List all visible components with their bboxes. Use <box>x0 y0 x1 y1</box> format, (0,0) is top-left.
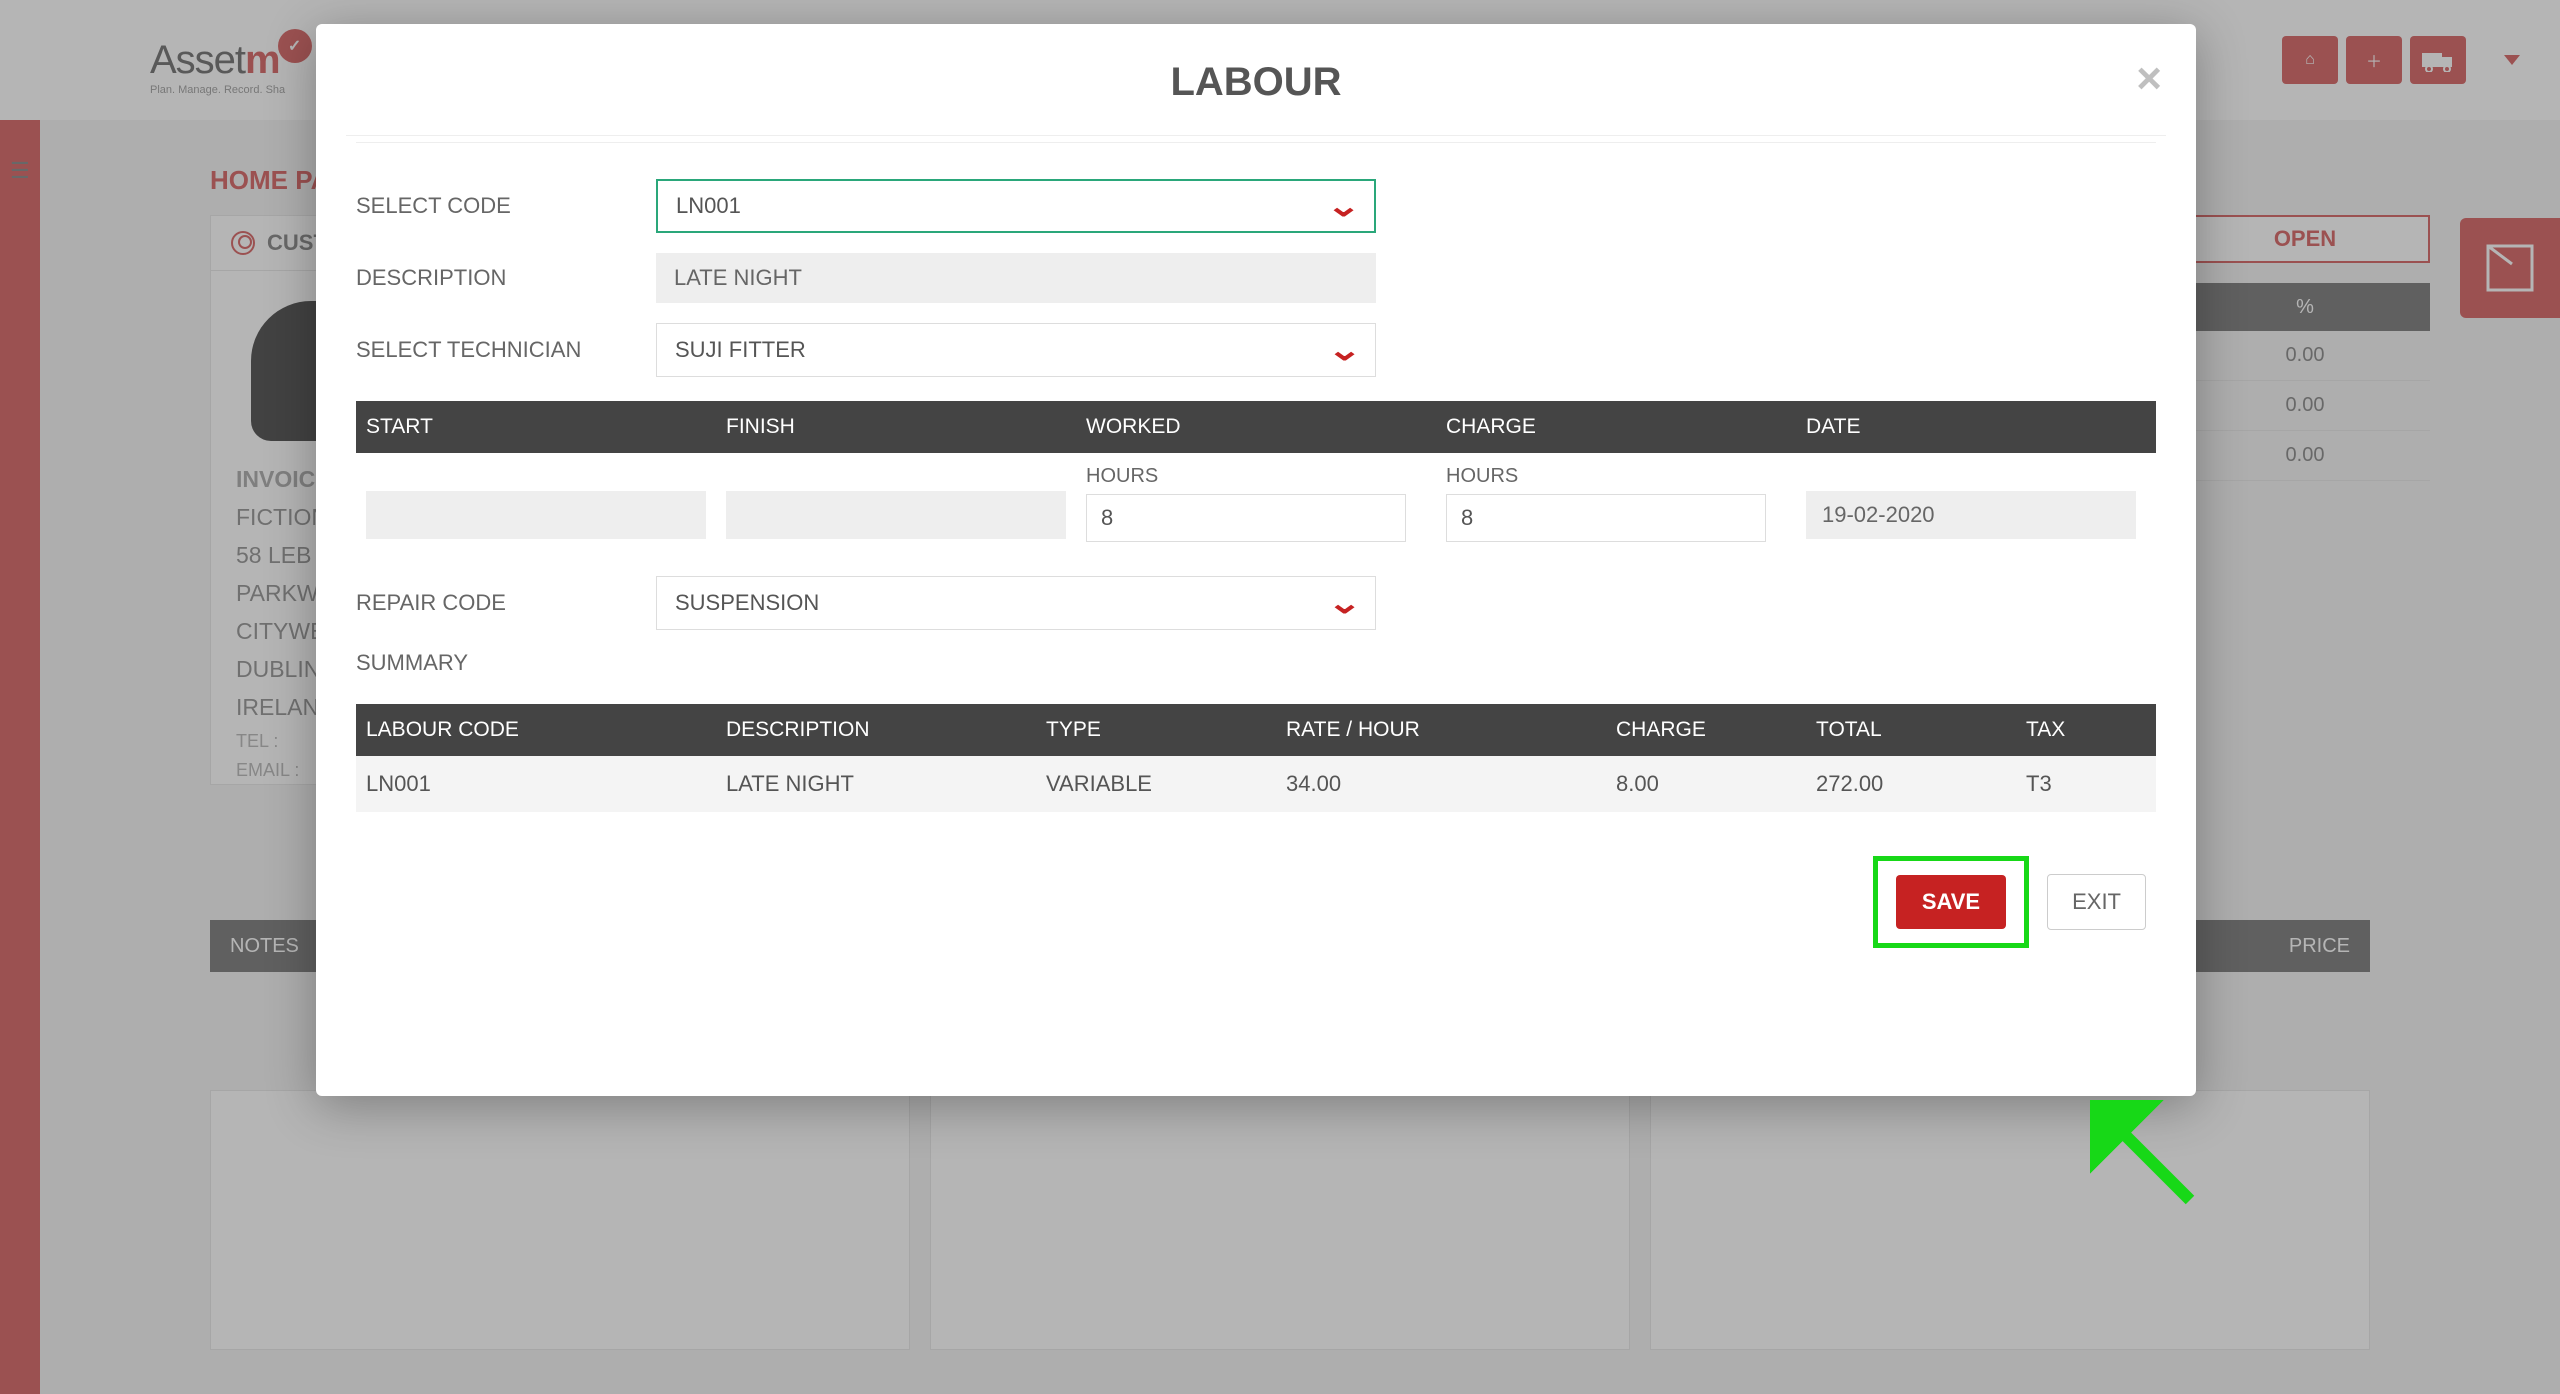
summary-data-row: LN001 LATE NIGHT VARIABLE 34.00 8.00 272… <box>356 756 2156 812</box>
select-code-value: LN001 <box>676 193 741 219</box>
time-body-row: HOURS 8 HOURS 8 19-02-2020 <box>356 465 2156 542</box>
col-finish: FINISH <box>716 415 1076 439</box>
sum-col-type: TYPE <box>1036 718 1276 742</box>
select-code-dropdown[interactable]: LN001 ⌄ <box>656 179 1376 233</box>
repair-code-label: REPAIR CODE <box>356 590 656 616</box>
description-label: DESCRIPTION <box>356 265 656 291</box>
sum-col-desc: DESCRIPTION <box>716 718 1036 742</box>
summary-label: SUMMARY <box>356 650 656 676</box>
select-technician-dropdown[interactable]: SUJI FITTER ⌄ <box>656 323 1376 377</box>
exit-button[interactable]: EXIT <box>2047 874 2146 930</box>
sum-val-charge: 8.00 <box>1606 771 1806 797</box>
sum-col-rate: RATE / HOUR <box>1276 718 1606 742</box>
sum-val-desc: LATE NIGHT <box>716 771 1036 797</box>
charge-hours-label: HOURS <box>1446 465 1786 488</box>
sum-val-total: 272.00 <box>1806 771 2016 797</box>
repair-code-value: SUSPENSION <box>675 590 819 616</box>
divider <box>346 135 2166 136</box>
technician-value: SUJI FITTER <box>675 337 806 363</box>
sum-col-code: LABOUR CODE <box>356 718 716 742</box>
sum-val-code: LN001 <box>356 771 716 797</box>
worked-hours-input[interactable]: 8 <box>1086 494 1406 542</box>
save-highlight-annotation: SAVE <box>1873 856 2029 948</box>
sum-val-tax: T3 <box>2016 771 2156 797</box>
time-header-row: START FINISH WORKED CHARGE DATE <box>356 401 2156 453</box>
select-code-label: SELECT CODE <box>356 193 656 219</box>
chevron-down-icon: ⌄ <box>1327 333 1362 368</box>
select-technician-label: SELECT TECHNICIAN <box>356 337 656 363</box>
date-input[interactable]: 19-02-2020 <box>1806 491 2136 539</box>
sum-val-type: VARIABLE <box>1036 771 1276 797</box>
sum-col-total: TOTAL <box>1806 718 2016 742</box>
finish-input[interactable] <box>726 491 1066 539</box>
sum-col-tax: TAX <box>2016 718 2156 742</box>
chevron-down-icon: ⌄ <box>1326 189 1361 224</box>
save-button[interactable]: SAVE <box>1896 875 2006 929</box>
col-start: START <box>356 415 716 439</box>
charge-hours-input[interactable]: 8 <box>1446 494 1766 542</box>
chevron-down-icon: ⌄ <box>1327 586 1362 621</box>
arrow-annotation <box>2090 1100 2210 1225</box>
close-icon[interactable]: × <box>2136 54 2162 104</box>
sum-val-rate: 34.00 <box>1276 771 1606 797</box>
modal-title: LABOUR <box>316 24 2196 135</box>
repair-code-dropdown[interactable]: SUSPENSION ⌄ <box>656 576 1376 630</box>
col-worked: WORKED <box>1076 415 1436 439</box>
modal-button-row: SAVE EXIT <box>366 856 2146 948</box>
worked-hours-label: HOURS <box>1086 465 1426 488</box>
labour-modal: × LABOUR SELECT CODE LN001 ⌄ DESCRIPTION… <box>316 24 2196 1096</box>
sum-col-charge: CHARGE <box>1606 718 1806 742</box>
description-field: LATE NIGHT <box>656 253 1376 303</box>
col-date: DATE <box>1796 415 2156 439</box>
col-charge: CHARGE <box>1436 415 1796 439</box>
summary-header-row: LABOUR CODE DESCRIPTION TYPE RATE / HOUR… <box>356 704 2156 756</box>
start-input[interactable] <box>366 491 706 539</box>
divider <box>356 142 2156 143</box>
